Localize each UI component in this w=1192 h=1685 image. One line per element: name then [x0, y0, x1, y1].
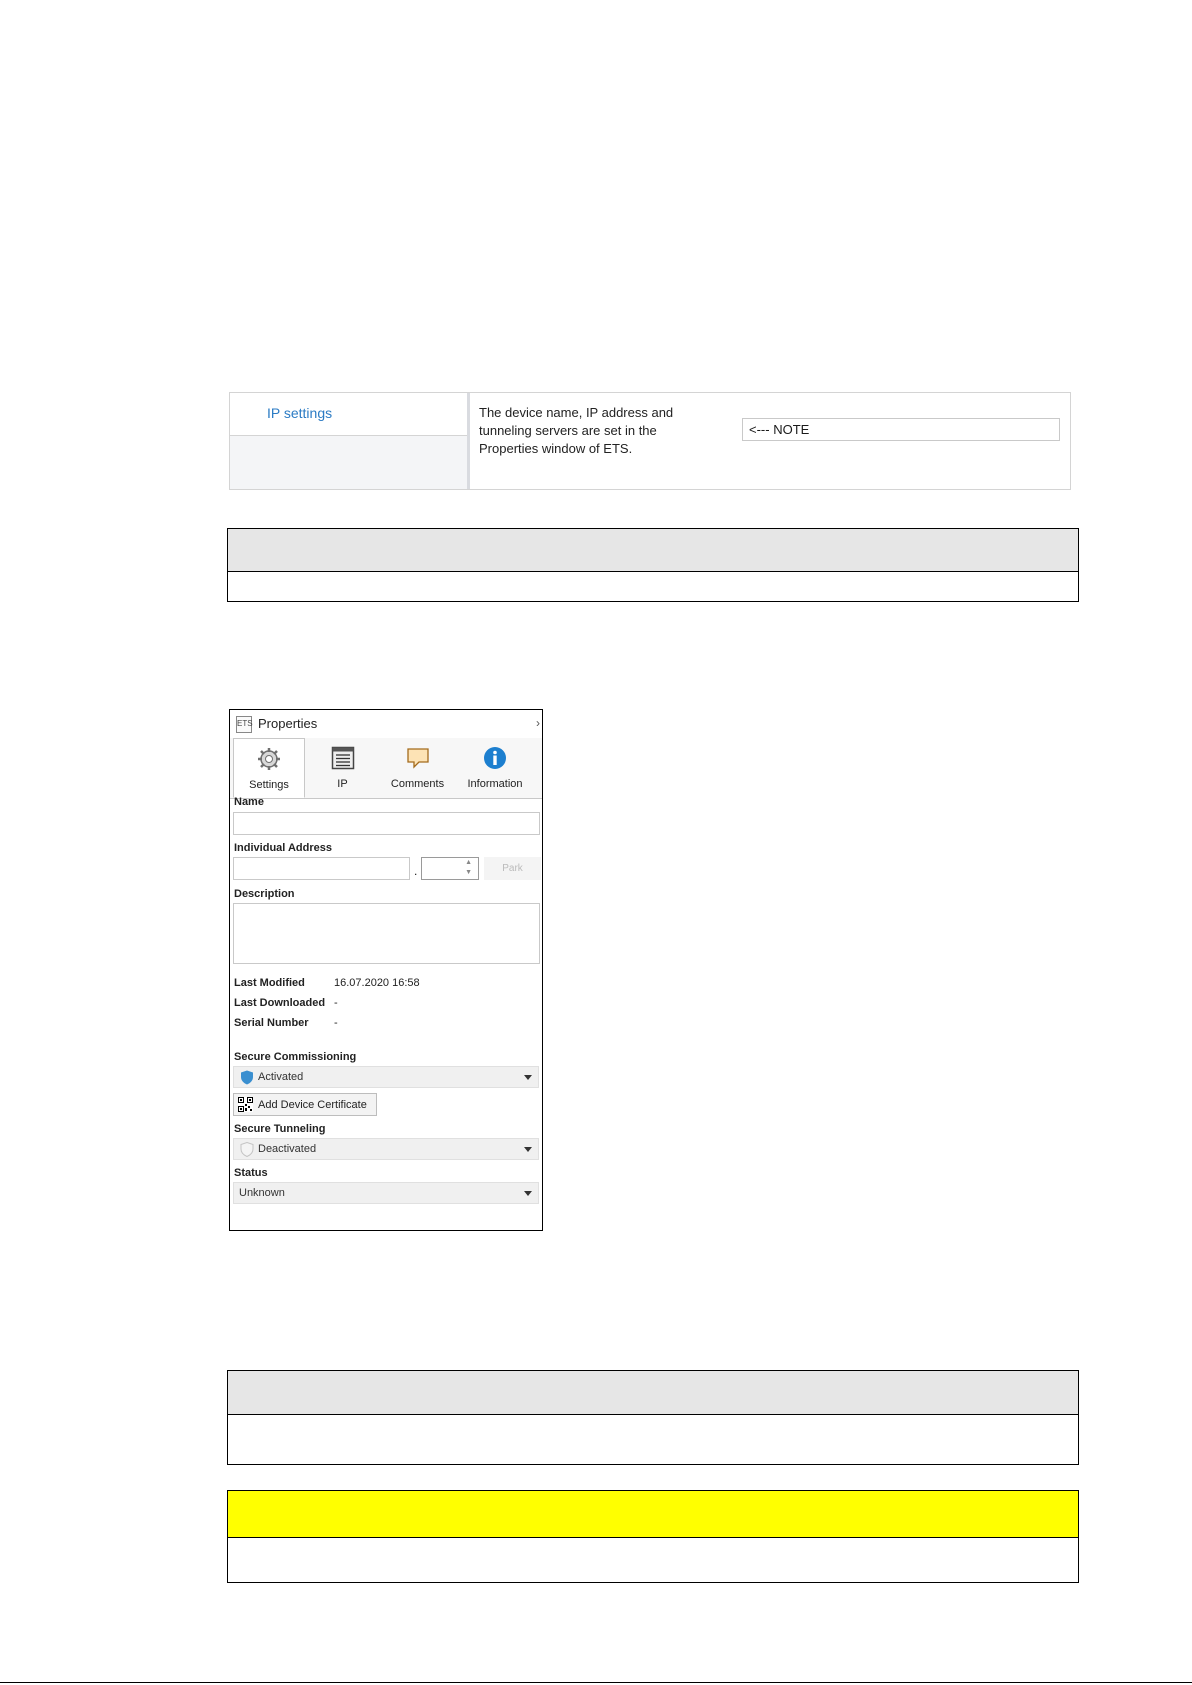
last-downloaded-value: - [334, 997, 338, 1009]
list-icon [331, 746, 354, 770]
gear-icon [258, 748, 280, 770]
qr-code-icon [238, 1097, 253, 1112]
secure-tunneling-dropdown[interactable]: Deactivated [233, 1138, 539, 1160]
tab-label: Settings [249, 779, 289, 791]
tab-information[interactable]: Information [455, 738, 535, 798]
add-device-certificate-button[interactable]: Add Device Certificate [233, 1093, 377, 1116]
last-modified-value: 16.07.2020 16:58 [334, 977, 420, 989]
warning-table [227, 1490, 1079, 1583]
info-icon [484, 747, 506, 769]
nav-item-label[interactable]: IP settings [267, 405, 332, 421]
status-dropdown[interactable]: Unknown [233, 1182, 539, 1204]
address-field[interactable] [233, 857, 410, 880]
address-stepper[interactable]: ▲ ▼ [421, 857, 479, 880]
ip-settings-description: The device name, IP address and tunnelin… [479, 405, 674, 456]
name-label: Name [234, 796, 264, 808]
note-table [227, 528, 1079, 602]
footer-divider [0, 1682, 1192, 1683]
chevron-right-icon[interactable]: › [536, 716, 540, 730]
tab-settings[interactable]: Settings [233, 738, 305, 798]
note-table [227, 1370, 1079, 1465]
chevron-down-icon [524, 1147, 532, 1152]
last-downloaded-label: Last Downloaded [234, 997, 326, 1009]
warning-table-header [228, 1491, 1078, 1538]
properties-icon: ETS [236, 716, 253, 733]
description-field[interactable] [233, 903, 540, 964]
tab-label: IP [337, 778, 348, 790]
properties-title: Properties [258, 716, 318, 731]
secure-tunneling-value: Deactivated [258, 1143, 317, 1155]
tab-comments[interactable]: Comments [380, 738, 455, 798]
note-table-header [228, 529, 1078, 572]
chevron-down-icon [524, 1191, 532, 1196]
serial-number-value: - [334, 1017, 338, 1029]
properties-tabs: Settings IP Comments Information [230, 738, 542, 799]
chevron-down-icon [524, 1075, 532, 1080]
stepper-down-icon[interactable]: ▼ [465, 869, 472, 876]
secure-commissioning-value: Activated [258, 1071, 304, 1083]
note-field[interactable]: <--- NOTE [742, 418, 1060, 441]
secure-commissioning-dropdown[interactable]: Activated [233, 1066, 539, 1088]
status-value: Unknown [239, 1187, 285, 1199]
properties-panel: ETS Properties › Settings IP Comments In… [229, 709, 543, 1231]
ip-settings-panel: IP settings The device name, IP address … [229, 392, 1071, 490]
stepper-up-icon[interactable]: ▲ [465, 859, 472, 866]
secure-commissioning-label: Secure Commissioning [234, 1051, 357, 1063]
description-label: Description [234, 888, 295, 900]
tab-label: Information [467, 778, 523, 790]
address-separator: . [414, 864, 418, 878]
add-device-certificate-label: Add Device Certificate [258, 1099, 367, 1111]
comment-icon [406, 748, 429, 769]
status-label: Status [234, 1167, 268, 1179]
tab-label: Comments [390, 778, 445, 790]
last-modified-label: Last Modified [234, 977, 305, 989]
properties-titlebar: ETS Properties › [230, 710, 542, 738]
tab-ip[interactable]: IP [305, 738, 380, 798]
nav-item-ip-settings[interactable]: IP settings [230, 393, 467, 436]
note-table-header [228, 1371, 1078, 1415]
serial-number-label: Serial Number [234, 1017, 309, 1029]
shield-outline-icon [240, 1142, 254, 1157]
secure-tunneling-label: Secure Tunneling [234, 1123, 326, 1135]
name-field[interactable] [233, 812, 540, 835]
park-button[interactable]: Park [484, 857, 541, 880]
shield-icon [241, 1070, 253, 1085]
individual-address-label: Individual Address [234, 842, 333, 854]
